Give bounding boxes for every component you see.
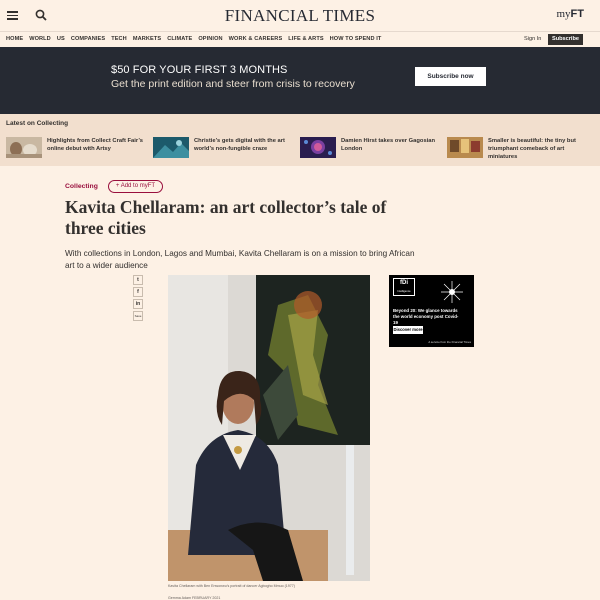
nav-item-opinion[interactable]: OPINION: [198, 36, 222, 42]
latest-item-text[interactable]: Christie’s gets digital with the art wor…: [194, 137, 294, 161]
article-byline[interactable]: Gemma Adam FEBRUARY 2021: [168, 596, 220, 600]
latest-item-thumbnail[interactable]: [153, 137, 189, 158]
latest-item[interactable]: Highlights from Collect Craft Fair’s onl…: [6, 137, 147, 161]
promo-subline: Get the print edition and steer from cri…: [111, 78, 355, 90]
latest-item[interactable]: Damien Hirst takes over Gagosian London: [300, 137, 441, 161]
primary-nav: HOME WORLD US COMPANIES TECH MARKETS CLI…: [0, 31, 600, 47]
nav-item-us[interactable]: US: [57, 36, 65, 42]
nav-item-work-careers[interactable]: WORK & CAREERS: [229, 36, 283, 42]
advertisement[interactable]: fDi Intelligence Beyond 20: We glance to…: [389, 275, 474, 347]
nav-item-markets[interactable]: MARKETS: [133, 36, 161, 42]
latest-item-thumbnail[interactable]: [6, 137, 42, 158]
latest-item[interactable]: Smaller is beautiful: the tiny but trium…: [447, 137, 588, 161]
myft-suffix: FT: [570, 8, 584, 20]
save-icon[interactable]: Save: [133, 311, 143, 321]
nav-item-companies[interactable]: COMPANIES: [71, 36, 105, 42]
latest-item-text[interactable]: Smaller is beautiful: the tiny but trium…: [488, 137, 588, 161]
portrait-photo: [168, 275, 370, 581]
nav-item-life-arts[interactable]: LIFE & ARTS: [288, 36, 323, 42]
sign-in-link[interactable]: Sign In: [524, 36, 541, 42]
nav-item-climate[interactable]: CLIMATE: [167, 36, 192, 42]
nav-items: HOME WORLD US COMPANIES TECH MARKETS CLI…: [6, 36, 381, 42]
promo-headline: $50 FOR YOUR FIRST 3 MONTHS: [111, 64, 288, 76]
twitter-icon[interactable]: t: [133, 275, 143, 285]
promo-banner: $50 FOR YOUR FIRST 3 MONTHS Get the prin…: [0, 47, 600, 114]
promo-subscribe-button[interactable]: Subscribe now: [415, 67, 486, 86]
top-bar: FINANCIAL TIMES myFT: [0, 0, 600, 31]
nav-item-world[interactable]: WORLD: [29, 36, 51, 42]
nav-item-home[interactable]: HOME: [6, 36, 23, 42]
ad-footer: A service from the Financial Times: [428, 340, 471, 344]
ad-logo-line2: Intelligence: [397, 290, 411, 293]
latest-item-text[interactable]: Highlights from Collect Craft Fair’s onl…: [47, 137, 147, 161]
fdi-logo: fDi Intelligence: [393, 278, 415, 296]
add-to-myft-button[interactable]: + Add to myFT: [107, 180, 164, 193]
ad-logo-line1: fDi: [400, 280, 408, 286]
nav-item-how-to-spend-it[interactable]: HOW TO SPEND IT: [330, 36, 382, 42]
latest-on-collecting: Latest on Collecting Highlights from Col…: [0, 114, 600, 166]
myft-link[interactable]: myFT: [556, 8, 584, 20]
article-standfirst: With collections in London, Lagos and Mu…: [65, 249, 415, 270]
ad-text: Beyond 20: We glance towards the world e…: [393, 308, 459, 325]
facebook-icon[interactable]: f: [133, 287, 143, 297]
latest-item-thumbnail[interactable]: [447, 137, 483, 158]
latest-item[interactable]: Christie’s gets digital with the art wor…: [153, 137, 294, 161]
ad-discover-button[interactable]: Discover more: [393, 326, 423, 334]
latest-item-text[interactable]: Damien Hirst takes over Gagosian London: [341, 137, 441, 161]
latest-section-title[interactable]: Latest on Collecting: [6, 120, 68, 127]
nav-item-tech[interactable]: TECH: [111, 36, 127, 42]
image-caption: Kavita Chellaram with Ben Enwonwu’s port…: [168, 584, 295, 588]
linkedin-icon[interactable]: in: [133, 299, 143, 309]
topic-link[interactable]: Collecting: [65, 183, 98, 190]
article-headline: Kavita Chellaram: an art collector’s tal…: [65, 197, 387, 238]
ad-graphic-icon: [441, 281, 463, 303]
latest-item-thumbnail[interactable]: [300, 137, 336, 158]
article-meta: Collecting + Add to myFT: [65, 180, 164, 193]
masthead-logo[interactable]: FINANCIAL TIMES: [0, 6, 600, 26]
myft-prefix: my: [556, 8, 571, 20]
subscribe-button[interactable]: Subscribe: [548, 34, 583, 45]
article-main-image: [168, 275, 370, 581]
share-toolbar: t f in Save: [133, 275, 143, 323]
